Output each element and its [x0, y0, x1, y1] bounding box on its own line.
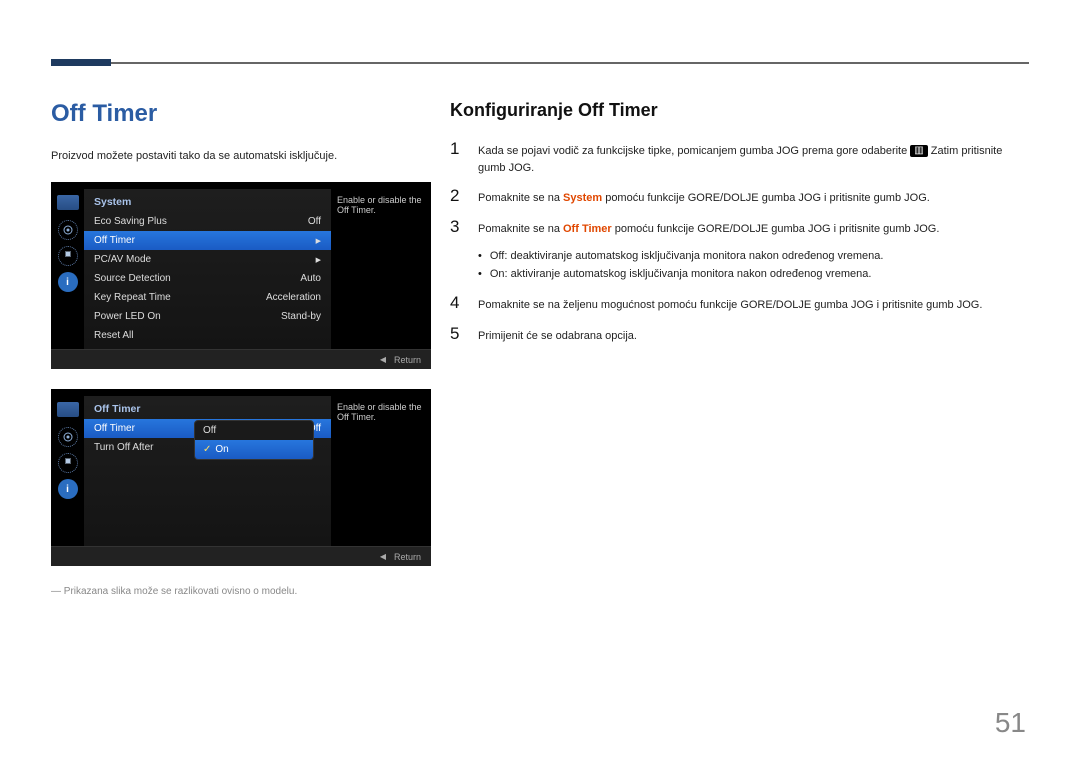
monitor-icon: [57, 402, 79, 417]
osd-row-value: ▶: [316, 256, 321, 264]
step-number: 2: [450, 186, 464, 206]
info-icon: i: [58, 272, 78, 292]
osd-menu-title: Off Timer: [84, 396, 331, 419]
osd-row-label: Off Timer: [94, 235, 135, 246]
section-title: Konfiguriranje Off Timer: [450, 100, 1030, 121]
step-number: 3: [450, 217, 464, 237]
osd-row-value: ▶: [316, 237, 321, 245]
step-5: 5 Primijenit će se odabrana opcija.: [450, 324, 1030, 345]
osd-menu-row: Eco Saving Plus Off: [84, 212, 331, 231]
left-arrow-icon: ◀: [380, 355, 386, 364]
osd-menu-panel: System Eco Saving PlusOffOff Timer▶PC/AV…: [84, 189, 331, 349]
osd-menu-row: Reset All: [84, 326, 331, 345]
left-arrow-icon: ◀: [380, 552, 386, 561]
option-on: • On: aktiviranje automatskog isključiva…: [478, 265, 1030, 283]
osd-row-label: Power LED On: [94, 311, 161, 322]
menu-icon: ▥: [910, 145, 927, 157]
step-2: 2 Pomaknite se na System pomoću funkcije…: [450, 186, 1030, 207]
osd-footer: ◀ Return: [51, 349, 431, 369]
bullet-dot-icon: •: [478, 268, 482, 280]
osd-row-value: Off: [308, 216, 321, 227]
osd-row-value: Acceleration: [266, 292, 321, 303]
osd-menu-row: PC/AV Mode ▶: [84, 250, 331, 269]
osd-row-value: Auto: [300, 273, 321, 284]
osd-sidebar: i: [51, 396, 84, 546]
osd-sidebar: i: [51, 189, 84, 349]
osd-screenshot-offtimer: i Off Timer Off Timer Off Turn Off After O…: [51, 389, 431, 566]
osd-screenshot-system: i System Eco Saving PlusOffOff Timer▶PC/…: [51, 182, 431, 369]
picture-icon: [58, 427, 78, 447]
model-note: ― Prikazana slika može se razlikovati ov…: [51, 586, 431, 597]
osd-row-label: Source Detection: [94, 273, 171, 284]
step-number: 1: [450, 139, 464, 159]
step-text: Pomaknite se na željenu mogućnost pomoću…: [478, 297, 1030, 314]
osd-tooltip: Enable or disable the Off Timer.: [331, 189, 431, 349]
osd-submenu: Off ✓On: [194, 420, 314, 460]
step-4: 4 Pomaknite se na željenu mogućnost pomo…: [450, 293, 1030, 314]
settings-gear-icon: [58, 246, 78, 266]
right-column: Konfiguriranje Off Timer 1 Kada se pojav…: [450, 100, 1030, 354]
step-text: Pomaknite se na Off Timer pomoću funkcij…: [478, 221, 1030, 238]
osd-tooltip: Enable or disable the Off Timer.: [331, 396, 431, 546]
header-rule: [51, 62, 1029, 64]
info-icon: i: [58, 479, 78, 499]
osd-row-label: Off Timer: [94, 423, 135, 434]
return-label: Return: [394, 552, 421, 562]
osd-row-label: PC/AV Mode: [94, 254, 151, 265]
step-3: 3 Pomaknite se na Off Timer pomoću funkc…: [450, 217, 1030, 238]
osd-menu-row: Key Repeat Time Acceleration: [84, 288, 331, 307]
page-title: Off Timer: [51, 100, 431, 128]
step-number: 4: [450, 293, 464, 313]
osd-footer: ◀ Return: [51, 546, 431, 566]
check-icon: ✓: [203, 444, 211, 455]
osd-menu-panel: Off Timer Off Timer Off Turn Off After Off…: [84, 396, 331, 546]
picture-icon: [58, 220, 78, 240]
osd-row-label: Reset All: [94, 330, 133, 341]
bullet-dot-icon: •: [478, 250, 482, 262]
osd-row-label: Key Repeat Time: [94, 292, 171, 303]
step-text: Pomaknite se na System pomoću funkcije G…: [478, 190, 1030, 207]
osd-menu-row: Off Timer ▶: [84, 231, 331, 250]
return-label: Return: [394, 355, 421, 365]
step-text: Primijenit će se odabrana opcija.: [478, 328, 1030, 345]
settings-gear-icon: [58, 453, 78, 473]
osd-menu-title: System: [84, 189, 331, 212]
osd-menu-row: Source Detection Auto: [84, 269, 331, 288]
options-list: • Off: deaktiviranje automatskog isključ…: [478, 247, 1030, 283]
step-number: 5: [450, 324, 464, 344]
page-number: 51: [995, 707, 1026, 739]
step-text: Kada se pojavi vodič za funkcijske tipke…: [478, 143, 1030, 176]
osd-submenu-option-on: ✓On: [195, 440, 313, 459]
option-off: • Off: deaktiviranje automatskog isključ…: [478, 247, 1030, 265]
monitor-icon: [57, 195, 79, 210]
osd-row-value: Stand-by: [281, 311, 321, 322]
left-column: Off Timer Proizvod možete postaviti tako…: [51, 100, 431, 597]
osd-row-label: Turn Off After: [94, 442, 153, 453]
intro-text: Proizvod možete postaviti tako da se aut…: [51, 150, 431, 162]
step-1: 1 Kada se pojavi vodič za funkcijske tip…: [450, 139, 1030, 176]
osd-row-label: Eco Saving Plus: [94, 216, 167, 227]
osd-menu-row: Power LED On Stand-by: [84, 307, 331, 326]
osd-submenu-option-off: Off: [195, 421, 313, 440]
